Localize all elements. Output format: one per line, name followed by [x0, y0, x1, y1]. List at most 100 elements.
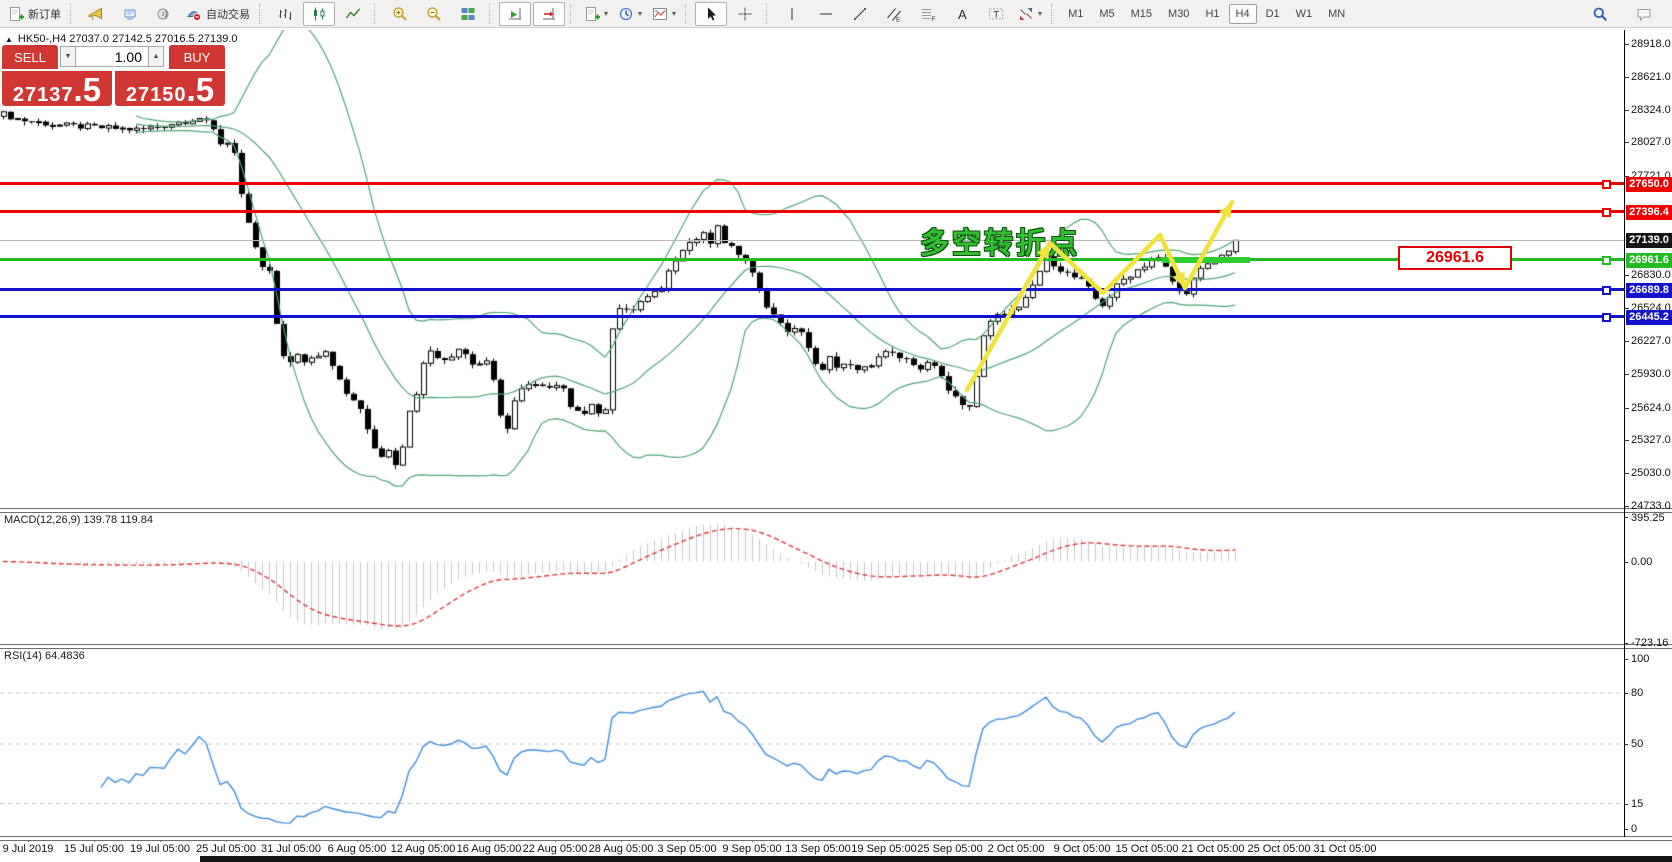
- price-axis-line[interactable]: [1624, 30, 1625, 837]
- terminal-button[interactable]: [114, 2, 146, 26]
- terminal-window: 新订单 自动交易 ▾ ▾ ▾ E F A T ▾ M1 M5 M15 M30 H1 H4 D1 W1 MN ▲ HK…: [0, 0, 1672, 862]
- rsi-pane-splitter[interactable]: [0, 644, 1672, 649]
- chart-header: ▲ HK50-,H4 27037.0 27142.5 27016.5 27139…: [5, 33, 238, 45]
- bar-chart-button[interactable]: [269, 2, 301, 26]
- price-level-flag[interactable]: 26961.6: [1398, 246, 1512, 270]
- zoom-out-button[interactable]: [418, 2, 450, 26]
- toolbar-separator: [685, 3, 690, 24]
- time-axis-label: 25 Jul 05:00: [196, 843, 256, 855]
- line-handle[interactable]: [1602, 207, 1611, 217]
- collapse-triangle-icon[interactable]: ▲: [5, 35, 13, 44]
- chevron-down-icon[interactable]: ▾: [604, 9, 608, 18]
- line-handle[interactable]: [1602, 179, 1611, 189]
- buy-button[interactable]: BUY: [169, 45, 225, 69]
- price-axis-tick-mark: [1624, 109, 1629, 111]
- line-handle[interactable]: [1602, 285, 1611, 295]
- price-axis-tick-label: 28918.0: [1631, 38, 1671, 50]
- price-axis-tick-label: 25624.0: [1631, 401, 1671, 414]
- main-chart-canvas[interactable]: [0, 30, 1624, 508]
- timeframe-m15-button[interactable]: M15: [1124, 4, 1159, 24]
- text-button[interactable]: A: [946, 2, 978, 26]
- chevron-down-icon[interactable]: ▾: [1038, 9, 1042, 18]
- macd-indicator-canvas[interactable]: [0, 512, 1624, 645]
- rsi-axis-label: 80: [1631, 687, 1644, 699]
- macd-label: MACD(12,26,9) 139.78 119.84: [4, 514, 153, 526]
- tile-windows-button[interactable]: [452, 2, 484, 26]
- chevron-down-icon[interactable]: ▾: [672, 9, 676, 18]
- chevron-down-icon[interactable]: ▾: [638, 9, 642, 18]
- zoom-in-button[interactable]: [384, 2, 416, 26]
- time-axis-label: 31 Jul 05:00: [261, 843, 321, 855]
- metaeditor-button[interactable]: [80, 2, 112, 26]
- rsi-axis-tick-mark: [1624, 744, 1628, 745]
- symbol-ohlc-text: HK50-,H4 27037.0 27142.5 27016.5 27139.0: [17, 33, 238, 45]
- toolbar-right-icons: [1583, 2, 1669, 26]
- time-axis-label: 12 Aug 05:00: [390, 843, 456, 855]
- line-handle[interactable]: [1602, 312, 1611, 322]
- horizontal-level-line[interactable]: [0, 182, 1624, 185]
- chart-shift-button[interactable]: [533, 1, 565, 26]
- auto-scroll-button[interactable]: [499, 1, 531, 26]
- sell-button[interactable]: SELL: [2, 45, 58, 69]
- horizontal-level-line[interactable]: [0, 210, 1624, 213]
- timeframe-d1-button[interactable]: D1: [1259, 4, 1287, 24]
- candlestick-chart-button[interactable]: [303, 1, 335, 26]
- channel-button[interactable]: E: [878, 2, 910, 26]
- macd-axis-label: -723.16: [1631, 637, 1669, 649]
- horizontal-line-button[interactable]: [810, 2, 842, 26]
- line-chart-button[interactable]: [337, 2, 369, 26]
- templates-button[interactable]: ▾: [648, 2, 680, 26]
- vertical-line-button[interactable]: [776, 2, 808, 26]
- signals-button[interactable]: [148, 2, 180, 26]
- time-axis-label: 19 Jul 05:00: [130, 843, 190, 855]
- timeframe-mn-button[interactable]: MN: [1321, 4, 1352, 24]
- time-axis-label: 15 Jul 05:00: [64, 843, 124, 855]
- macd-pane-splitter[interactable]: [0, 508, 1672, 513]
- chat-button[interactable]: [1628, 2, 1660, 26]
- time-axis-label: 16 Aug 05:00: [456, 843, 522, 855]
- fibonacci-button[interactable]: F: [912, 2, 944, 26]
- indicators-button[interactable]: ▾: [580, 2, 612, 26]
- timeframe-m30-button[interactable]: M30: [1161, 4, 1196, 24]
- trendline-button[interactable]: [844, 2, 876, 26]
- time-axis-label: 9 Sep 05:00: [722, 843, 782, 855]
- level-price-badge: 26445.2: [1626, 309, 1672, 325]
- crosshair-button[interactable]: [729, 2, 761, 26]
- toolbar: 新订单 自动交易 ▾ ▾ ▾ E F A T ▾ M1 M5 M15 M30 H1 H4 D1 W1 MN: [0, 0, 1672, 28]
- current-price-line[interactable]: [0, 240, 1624, 241]
- svg-text:F: F: [932, 16, 936, 22]
- price-axis-tick-mark: [1624, 76, 1629, 78]
- rsi-indicator-canvas[interactable]: [0, 648, 1624, 836]
- horizontal-level-line[interactable]: [0, 288, 1624, 291]
- arrows-button[interactable]: ▾: [1014, 2, 1046, 26]
- timeframe-m5-button[interactable]: M5: [1092, 4, 1121, 24]
- price-axis-tick-mark: [1624, 341, 1629, 343]
- periods-button[interactable]: ▾: [614, 2, 646, 26]
- sell-price-button[interactable]: 27137 .5: [2, 71, 112, 108]
- price-axis-tick-label: 25930.0: [1631, 367, 1671, 380]
- macd-axis-tick-mark: [1624, 562, 1628, 563]
- buy-price-button[interactable]: 27150 .5: [115, 71, 225, 108]
- timeframe-w1-button[interactable]: W1: [1289, 4, 1320, 24]
- line-handle[interactable]: [1602, 255, 1611, 265]
- new-order-button[interactable]: 新订单: [4, 2, 65, 26]
- timeframe-h1-button[interactable]: H1: [1198, 4, 1226, 24]
- timeframe-m1-button[interactable]: M1: [1061, 4, 1090, 24]
- volume-input[interactable]: [76, 46, 148, 67]
- turning-point-annotation[interactable]: 多空转折点: [920, 220, 1080, 262]
- volume-decrease-button[interactable]: ▼: [60, 46, 76, 67]
- label-button[interactable]: T: [980, 2, 1012, 26]
- autotrading-button-label: 自动交易: [206, 8, 250, 21]
- time-axis-splitter[interactable]: [0, 836, 1672, 841]
- horizontal-level-line[interactable]: [0, 258, 1624, 261]
- horizontal-level-line[interactable]: [0, 315, 1624, 318]
- autotrading-button[interactable]: 自动交易: [182, 2, 254, 26]
- search-button[interactable]: [1584, 2, 1616, 26]
- green-highlight-segment[interactable]: [1162, 257, 1250, 263]
- time-axis-label: 2 Oct 05:00: [987, 843, 1045, 855]
- timeframe-h4-button[interactable]: H4: [1228, 3, 1257, 24]
- cursor-button[interactable]: [695, 1, 728, 26]
- time-axis-label: 28 Aug 05:00: [588, 843, 654, 855]
- toolbar-separator: [766, 3, 771, 24]
- volume-increase-button[interactable]: ▲: [148, 46, 164, 67]
